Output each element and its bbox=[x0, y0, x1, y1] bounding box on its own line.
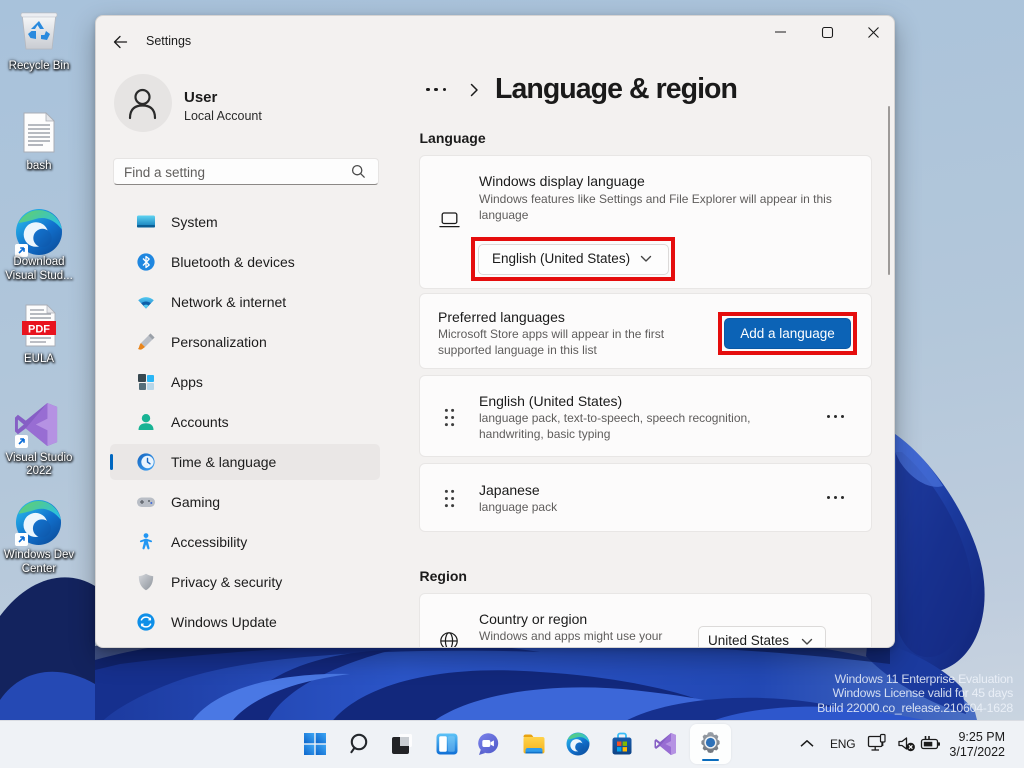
svg-text:PDF: PDF bbox=[28, 324, 50, 336]
